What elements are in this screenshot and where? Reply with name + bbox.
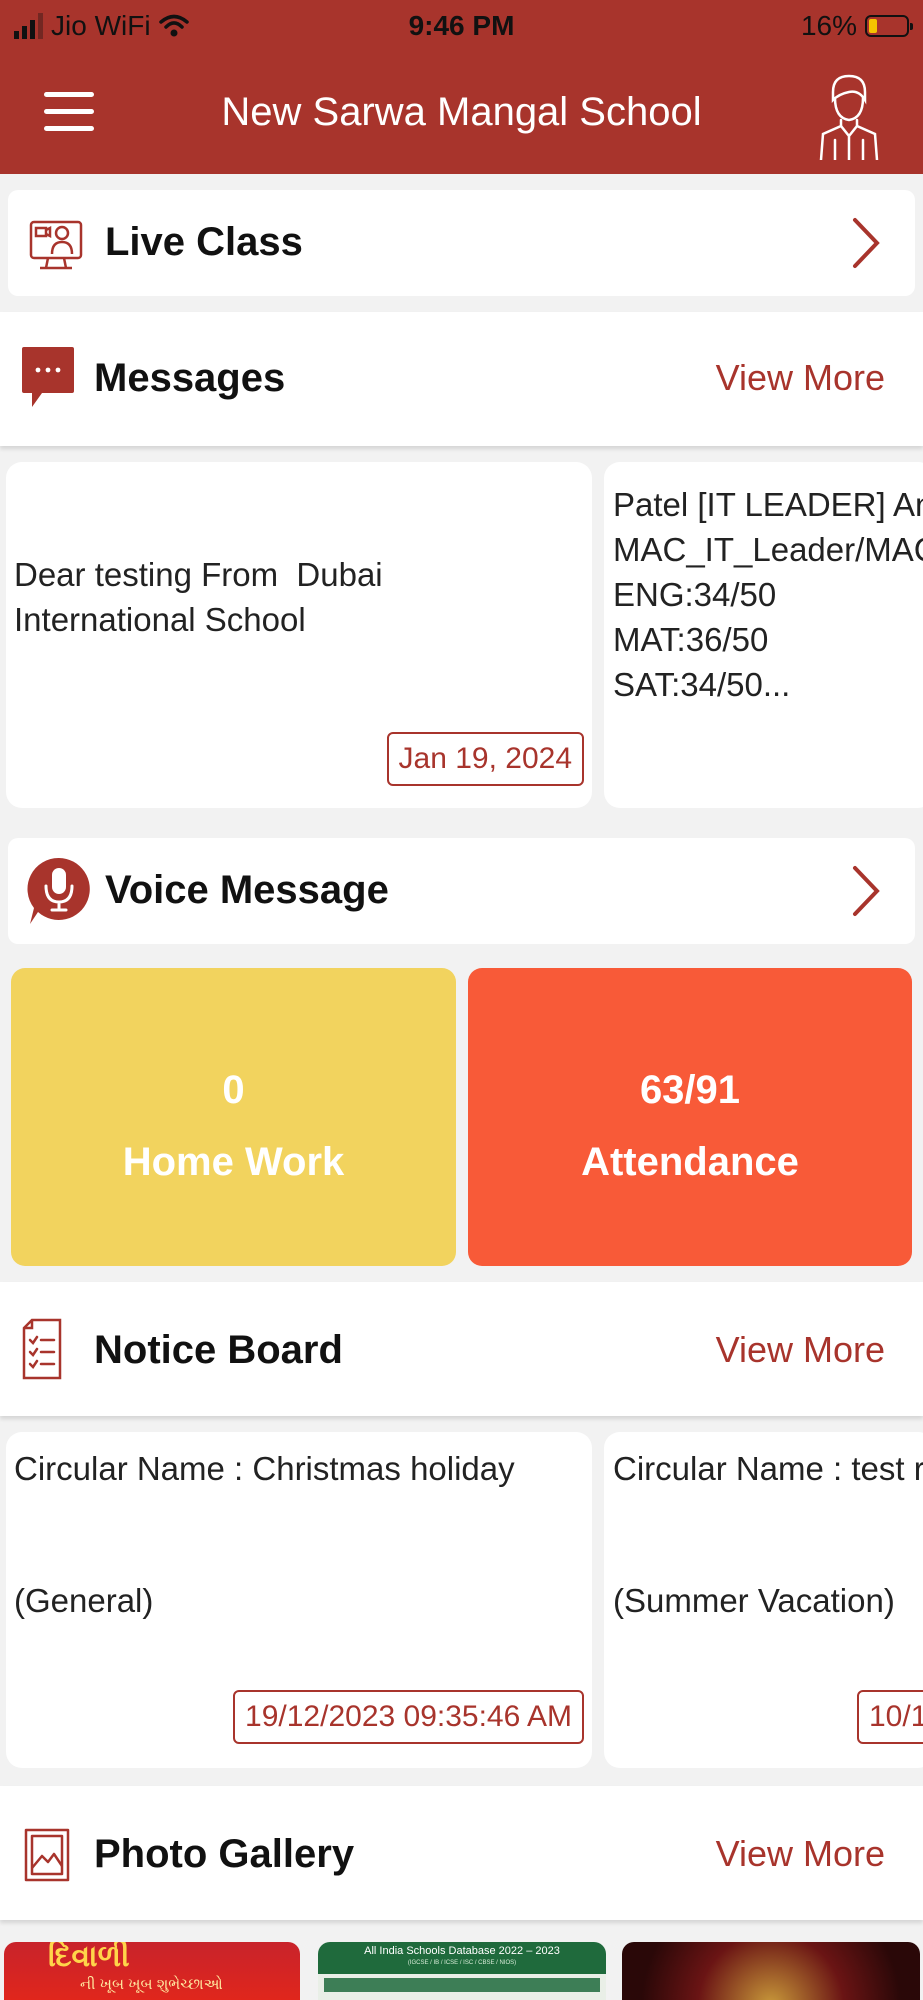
app-title: New Sarwa Mangal School <box>221 90 702 134</box>
notice-category: (General) <box>14 1582 154 1619</box>
live-class-title: Live Class <box>105 220 303 264</box>
homework-tile[interactable]: 0 Home Work <box>11 968 456 1266</box>
notice-date: 10/1 <box>857 1690 923 1744</box>
battery-percent: 16% <box>800 10 857 41</box>
notice-name: Circular Name : test r <box>613 1450 923 1487</box>
microphone-icon <box>27 857 90 924</box>
notice-name: Circular Name : Christmas holiday <box>14 1450 515 1487</box>
profile-avatar-icon[interactable] <box>813 70 883 160</box>
notice-date: 19/12/2023 09:35:46 AM <box>233 1690 584 1744</box>
attendance-tile[interactable]: 63/91 Attendance <box>468 968 912 1266</box>
message-card[interactable]: Dear testing From Dubai International Sc… <box>6 462 592 808</box>
picture-icon <box>24 1828 70 1882</box>
photo-gallery-header: Photo Gallery View More <box>0 1786 923 1920</box>
homework-label: Home Work <box>122 1140 345 1184</box>
homework-count: 0 <box>222 1068 245 1112</box>
messages-header: Messages View More <box>0 312 923 446</box>
message-card[interactable]: Patel [IT LEADER] An MAC_IT_Leader/MAC_ … <box>604 462 923 808</box>
chevron-right-icon[interactable] <box>851 216 881 270</box>
gallery-thumbnail-caption: દિવાળી <box>48 1942 130 1973</box>
gallery-thumbnail[interactable]: All India Schools Database 2022 – 2023 (… <box>318 1942 606 2000</box>
gallery-thumbnail-caption: All India Schools Database 2022 – 2023 <box>364 1945 560 1957</box>
messages-title: Messages <box>94 356 286 400</box>
gallery-thumbnail-subcaption: (IGCSE / IB / ICSE / ISC / CBSE / NIOS) <box>407 1960 517 1966</box>
status-bar: Jio WiFi 9:46 PM 16% <box>0 0 923 56</box>
attendance-count: 63/91 <box>639 1068 741 1112</box>
clock: 9:46 PM <box>408 10 515 41</box>
notice-card[interactable]: Circular Name : Christmas holiday (Gener… <box>6 1432 592 1768</box>
voice-message-row[interactable]: Voice Message <box>8 838 915 944</box>
battery-status: 16% <box>800 10 913 42</box>
chat-bubble-icon <box>22 347 74 407</box>
notice-board-title: Notice Board <box>94 1328 343 1372</box>
live-class-row[interactable]: Live Class <box>8 190 915 296</box>
photo-gallery-view-more-link[interactable]: View More <box>716 1833 885 1875</box>
chevron-right-icon[interactable] <box>851 864 881 918</box>
notice-card[interactable]: Circular Name : test r (Summer Vacation)… <box>604 1432 923 1768</box>
battery-icon <box>865 15 913 37</box>
messages-view-more-link[interactable]: View More <box>716 357 885 399</box>
message-text: Patel [IT LEADER] An MAC_IT_Leader/MAC_ … <box>613 486 923 703</box>
message-text: Dear testing From Dubai International Sc… <box>14 556 383 638</box>
clipboard-list-icon <box>22 1318 62 1380</box>
app-bar: New Sarwa Mangal School <box>0 56 923 174</box>
notice-board-header: Notice Board View More <box>0 1282 923 1416</box>
live-class-icon <box>29 220 83 270</box>
gallery-thumbnail[interactable]: દિવાળી ની ખૂબ ખૂબ શુભેચ્છાઓ <box>4 1942 300 2000</box>
voice-message-title: Voice Message <box>105 868 389 912</box>
gallery-thumbnail[interactable] <box>622 1942 920 2000</box>
message-date: Jan 19, 2024 <box>386 732 584 786</box>
notice-category: (Summer Vacation) <box>613 1582 895 1619</box>
gallery-thumbnail-subcaption: ની ખૂબ ખૂબ શુભેચ્છાઓ <box>80 1976 223 1993</box>
thumbnail-table-header <box>324 1978 600 1992</box>
attendance-label: Attendance <box>581 1140 799 1184</box>
notice-board-view-more-link[interactable]: View More <box>716 1329 885 1371</box>
photo-gallery-title: Photo Gallery <box>94 1832 355 1876</box>
